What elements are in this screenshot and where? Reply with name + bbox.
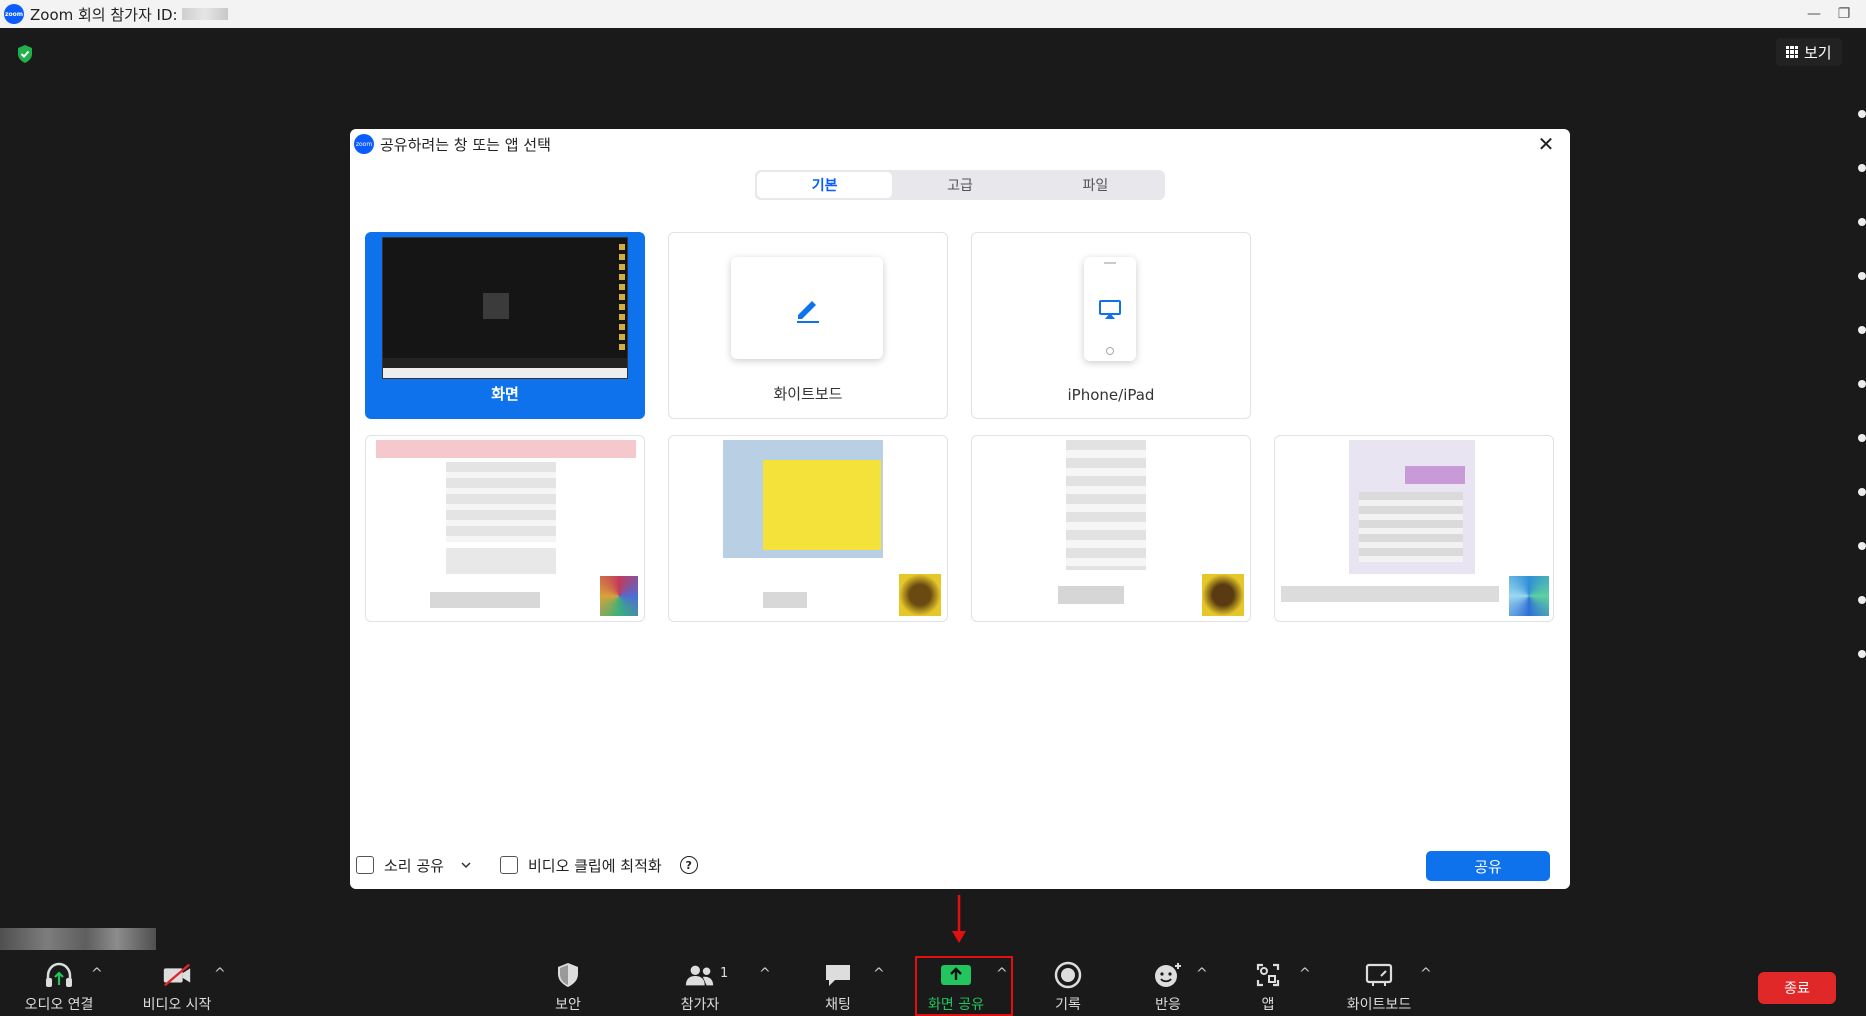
tile-iphone-label: iPhone/iPad bbox=[1067, 386, 1155, 404]
participants-button[interactable]: 참가자 bbox=[670, 954, 730, 1016]
red-arrow-annotation bbox=[952, 895, 966, 943]
zoom-logo-icon: zoom bbox=[354, 134, 374, 154]
video-off-icon bbox=[161, 959, 193, 991]
airplay-icon bbox=[1099, 300, 1121, 319]
people-icon bbox=[684, 959, 716, 991]
end-meeting-button[interactable]: 종료 bbox=[1758, 972, 1836, 1004]
zoom-logo-icon: zoom bbox=[4, 4, 24, 24]
share-dialog: zoom 공유하려는 창 또는 앱 선택 ✕ 기본 고급 파일 화면 화이트보드 bbox=[350, 129, 1570, 889]
phone-card bbox=[1084, 257, 1136, 361]
view-button[interactable]: 보기 bbox=[1776, 38, 1842, 66]
chat-button[interactable]: 채팅 bbox=[808, 954, 868, 1016]
record-icon bbox=[1052, 959, 1084, 991]
meeting-id-redacted bbox=[181, 8, 228, 20]
pencil-icon bbox=[797, 301, 819, 323]
whiteboard-caret-icon[interactable]: ^ bbox=[1420, 966, 1432, 982]
record-label: 기록 bbox=[1055, 997, 1081, 1013]
participants-label: 참가자 bbox=[680, 997, 720, 1013]
optimize-video-checkbox[interactable] bbox=[499, 856, 518, 874]
apps-caret-icon[interactable]: ^ bbox=[1299, 966, 1311, 982]
optimize-video-label: 비디오 클립에 최적화 bbox=[527, 856, 662, 875]
whiteboard-label: 화이트보드 bbox=[1346, 997, 1412, 1013]
tab-files[interactable]: 파일 bbox=[1028, 172, 1163, 198]
participants-caret-icon[interactable]: ^ bbox=[759, 966, 771, 982]
reactions-caret-icon[interactable]: ^ bbox=[1196, 966, 1208, 982]
tile-window-1[interactable] bbox=[365, 435, 645, 622]
tile-window-4[interactable] bbox=[1274, 435, 1554, 622]
help-icon[interactable]: ? bbox=[679, 856, 698, 874]
share-button[interactable]: 공유 bbox=[1426, 851, 1550, 881]
participant-name-redacted bbox=[0, 928, 156, 950]
window-titlebar: zoom Zoom 회의 참가자 ID: — ❐ bbox=[0, 0, 1866, 28]
participants-count: 1 bbox=[720, 966, 729, 981]
share-tabs: 기본 고급 파일 bbox=[755, 170, 1165, 200]
chat-caret-icon[interactable]: ^ bbox=[873, 966, 885, 982]
share-sound-checkbox[interactable] bbox=[356, 856, 374, 874]
video-caret-icon[interactable]: ^ bbox=[214, 966, 226, 982]
smiley-icon bbox=[1152, 959, 1184, 991]
dialog-title: 공유하려는 창 또는 앱 선택 bbox=[380, 135, 551, 154]
tile-window-3[interactable] bbox=[971, 435, 1251, 622]
record-button[interactable]: 기록 bbox=[1038, 954, 1098, 1016]
chevron-down-icon[interactable] bbox=[460, 859, 472, 871]
tile-screen[interactable]: 화면 bbox=[365, 232, 645, 419]
apps-label: 앱 bbox=[1261, 997, 1275, 1013]
tab-basic[interactable]: 기본 bbox=[757, 172, 893, 198]
dialog-footer: 소리 공유 비디오 클립에 최적화 ? 공유 bbox=[350, 841, 1570, 889]
tile-whiteboard-label: 화이트보드 bbox=[773, 385, 843, 403]
audio-button[interactable]: 오디오 연결 bbox=[14, 954, 104, 1016]
video-button[interactable]: 비디오 시작 bbox=[132, 954, 222, 1016]
reactions-button[interactable]: 반응 bbox=[1138, 954, 1198, 1016]
close-icon[interactable]: ✕ bbox=[1534, 132, 1558, 156]
view-button-label: 보기 bbox=[1804, 43, 1832, 62]
whiteboard-card bbox=[731, 257, 883, 359]
reactions-label: 반응 bbox=[1155, 997, 1181, 1013]
apps-icon bbox=[1252, 959, 1284, 991]
whiteboard-icon bbox=[1363, 959, 1395, 991]
whiteboard-button[interactable]: 화이트보드 bbox=[1336, 954, 1422, 1016]
window-title: Zoom 회의 참가자 ID: bbox=[30, 5, 178, 24]
tile-iphone-ipad[interactable]: iPhone/iPad bbox=[971, 232, 1251, 419]
security-button[interactable]: 보안 bbox=[538, 954, 598, 1016]
tile-screen-label: 화면 bbox=[491, 385, 519, 403]
tab-advanced[interactable]: 고급 bbox=[892, 172, 1027, 198]
edge-indicators bbox=[1856, 100, 1866, 700]
video-label: 비디오 시작 bbox=[142, 997, 212, 1013]
security-label: 보안 bbox=[555, 997, 581, 1013]
audio-label: 오디오 연결 bbox=[24, 997, 94, 1013]
apps-button[interactable]: 앱 bbox=[1238, 954, 1298, 1016]
share-sound-label: 소리 공유 bbox=[384, 856, 444, 875]
audio-caret-icon[interactable]: ^ bbox=[91, 966, 103, 982]
dialog-header: zoom 공유하려는 창 또는 앱 선택 ✕ bbox=[350, 129, 1570, 159]
share-button-highlight-annotation bbox=[915, 956, 1013, 1016]
tile-window-2[interactable] bbox=[668, 435, 948, 622]
screen-thumbnail bbox=[382, 237, 628, 379]
shield-icon bbox=[552, 959, 584, 991]
chat-bubble-icon bbox=[822, 959, 854, 991]
chat-label: 채팅 bbox=[825, 997, 851, 1013]
tile-whiteboard[interactable]: 화이트보드 bbox=[668, 232, 948, 419]
security-shield-icon bbox=[18, 45, 32, 63]
restore-button[interactable]: ❐ bbox=[1822, 0, 1866, 28]
grid-icon bbox=[1786, 46, 1798, 58]
headphones-icon bbox=[43, 959, 75, 991]
